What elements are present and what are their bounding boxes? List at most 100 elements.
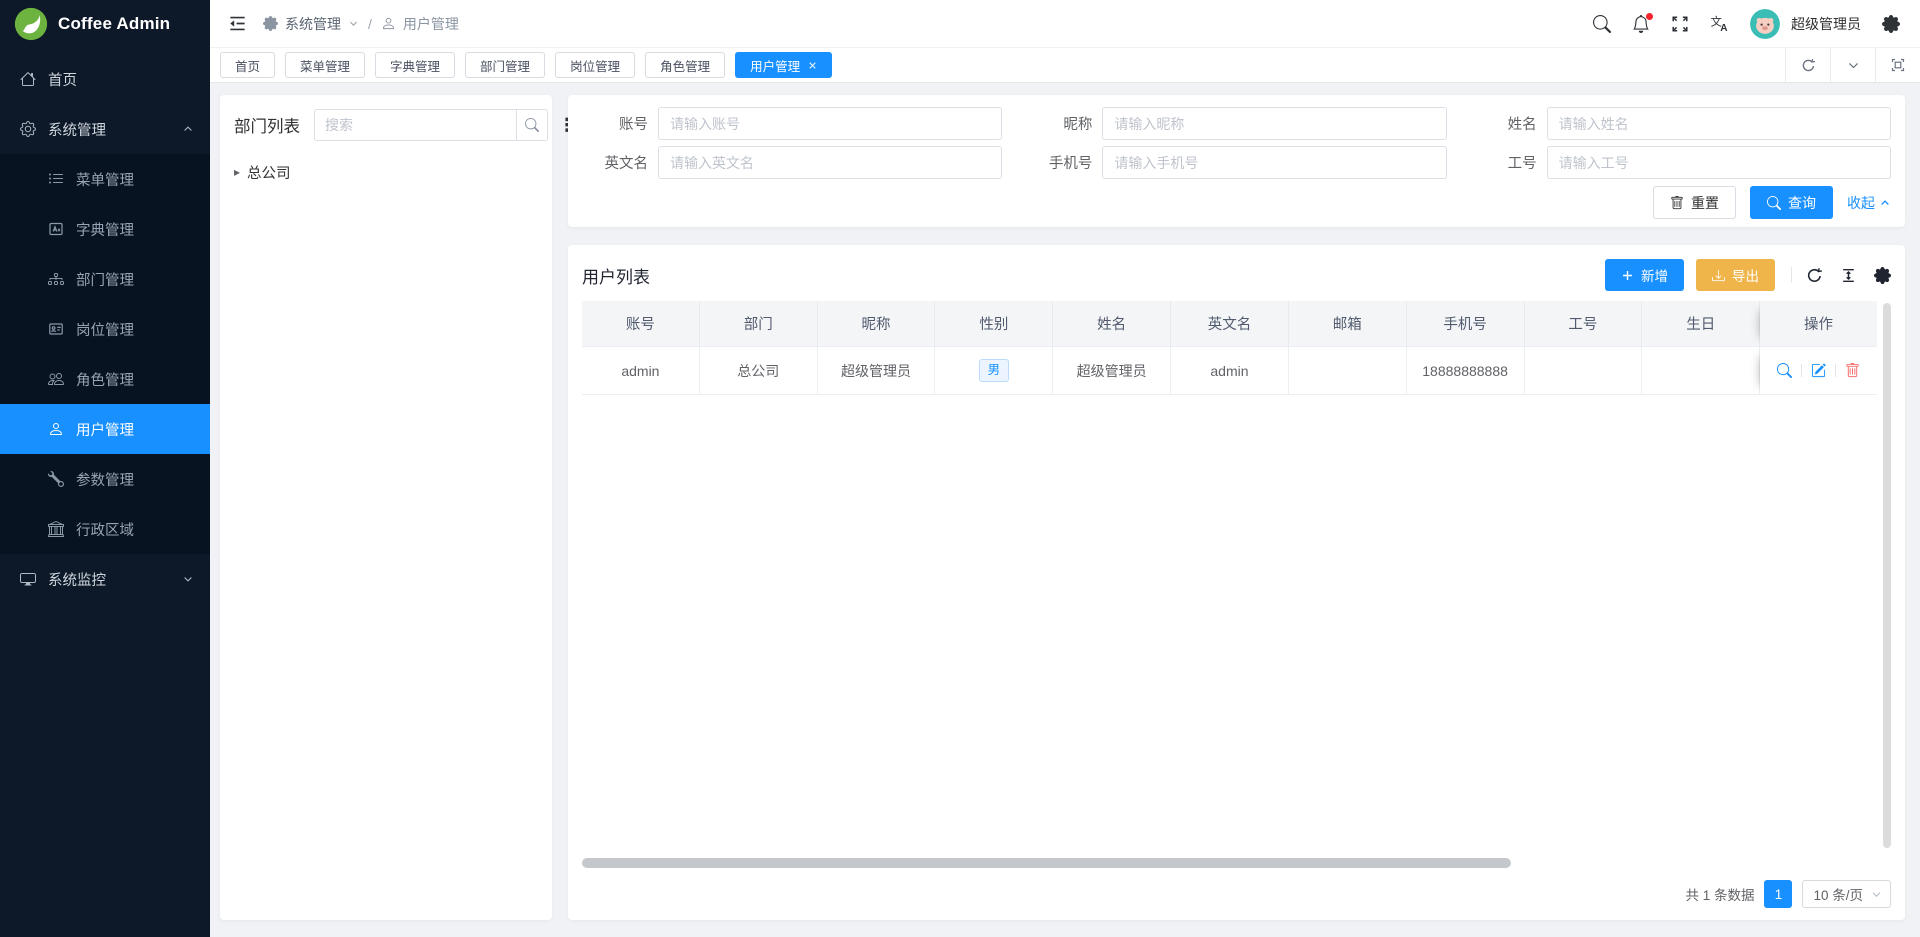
sidebar-item-home[interactable]: 首页 — [0, 54, 210, 104]
chevron-down-icon — [1847, 59, 1860, 72]
refresh-table-button[interactable] — [1806, 267, 1823, 284]
sidebar-item-dict-management[interactable]: 字典管理 — [0, 204, 210, 254]
collapse-label: 收起 — [1847, 193, 1875, 213]
department-tree: ▸ 总公司 — [234, 157, 538, 187]
department-search-button[interactable] — [516, 109, 548, 141]
maximize-content-button[interactable] — [1875, 48, 1920, 82]
svg-text:A: A — [1720, 23, 1728, 33]
pagination-total: 共 1 条数据 — [1685, 884, 1754, 904]
user-avatar[interactable] — [1750, 9, 1780, 39]
department-search-input[interactable] — [314, 109, 516, 141]
table-empty-area — [582, 395, 1877, 856]
page-size-select[interactable]: 10 条/页 — [1802, 880, 1891, 908]
translate-icon: 文A — [1710, 14, 1729, 33]
fullscreen-button[interactable] — [1671, 15, 1689, 33]
sidebar: Coffee Admin 首页 系统管理 菜单管理 字典管理 部门管理 — [0, 0, 210, 937]
field-label: 英文名 — [582, 152, 658, 173]
sidebar-item-system-monitor[interactable]: 系统监控 — [0, 554, 210, 604]
user-list-title: 用户列表 — [582, 263, 650, 288]
tree-expand-caret-icon[interactable]: ▸ — [234, 165, 240, 179]
add-user-button[interactable]: 新增 — [1605, 259, 1684, 291]
english-name-input[interactable] — [658, 146, 1002, 179]
sidebar-item-label: 首页 — [48, 69, 77, 90]
work-no-input[interactable] — [1547, 146, 1891, 179]
column-header-nickname: 昵称 — [818, 301, 936, 347]
name-input[interactable] — [1547, 107, 1891, 140]
tree-node-label: 总公司 — [247, 162, 291, 183]
delete-row-button[interactable] — [1845, 363, 1860, 378]
account-input[interactable] — [658, 107, 1002, 140]
tab-tools — [1785, 48, 1920, 82]
chevron-up-icon — [1879, 197, 1891, 209]
tree-node-root[interactable]: ▸ 总公司 — [234, 157, 538, 187]
query-button[interactable]: 查询 — [1750, 186, 1833, 219]
people-icon — [48, 371, 64, 387]
view-row-button[interactable] — [1777, 363, 1792, 378]
tab-menu-management[interactable]: 菜单管理 — [285, 52, 365, 78]
tab-role-management[interactable]: 角色管理 — [645, 52, 725, 78]
tab-list-dropdown-button[interactable] — [1830, 48, 1875, 82]
collapse-filters-link[interactable]: 收起 — [1847, 193, 1891, 213]
cell-email — [1289, 347, 1407, 395]
department-search — [314, 109, 548, 141]
bank-icon — [48, 521, 64, 537]
user-name[interactable]: 超级管理员 — [1791, 14, 1861, 34]
sidebar-item-admin-region[interactable]: 行政区域 — [0, 504, 210, 554]
chevron-down-icon[interactable] — [348, 18, 359, 29]
tab-home[interactable]: 首页 — [220, 52, 275, 78]
sidebar-item-user-management[interactable]: 用户管理 — [0, 404, 210, 454]
sidebar-collapse-button[interactable] — [228, 14, 247, 33]
sidebar-item-dept-management[interactable]: 部门管理 — [0, 254, 210, 304]
column-header-gender: 性别 — [935, 301, 1053, 347]
main-column: 账号 昵称 姓名 英文名 手机号 — [568, 95, 1905, 920]
plus-icon — [1621, 269, 1634, 282]
settings-button[interactable] — [1882, 15, 1900, 33]
edit-row-button[interactable] — [1811, 363, 1826, 378]
home-icon — [20, 71, 36, 87]
notification-badge — [1646, 13, 1653, 20]
sidebar-item-param-management[interactable]: 参数管理 — [0, 454, 210, 504]
pagination-page-1[interactable]: 1 — [1764, 880, 1792, 908]
gear-icon — [20, 121, 36, 137]
sidebar-item-system-management[interactable]: 系统管理 — [0, 104, 210, 154]
sidebar-item-menu-management[interactable]: 菜单管理 — [0, 154, 210, 204]
global-search-button[interactable] — [1593, 15, 1611, 33]
tab-dict-management[interactable]: 字典管理 — [375, 52, 455, 78]
topbar-actions: 文A 超级管理员 — [1593, 9, 1900, 39]
export-button[interactable]: 导出 — [1696, 259, 1775, 291]
user-list-card: 用户列表 新增 导出 — [568, 245, 1905, 920]
reset-button[interactable]: 重置 — [1653, 186, 1736, 219]
notifications-button[interactable] — [1632, 15, 1650, 33]
field-label: 姓名 — [1471, 113, 1547, 134]
column-header-actions: 操作 — [1760, 301, 1877, 347]
tab-close-icon[interactable] — [808, 61, 817, 70]
user-search-form: 账号 昵称 姓名 英文名 手机号 — [568, 95, 1905, 227]
column-header-english-name: 英文名 — [1171, 301, 1289, 347]
column-settings-button[interactable] — [1874, 267, 1891, 284]
tab-post-management[interactable]: 岗位管理 — [555, 52, 635, 78]
column-header-account: 账号 — [582, 301, 700, 347]
nickname-input[interactable] — [1102, 107, 1446, 140]
add-label: 新增 — [1641, 265, 1668, 285]
sidebar-item-role-management[interactable]: 角色管理 — [0, 354, 210, 404]
horizontal-scrollbar-thumb[interactable] — [582, 858, 1511, 868]
cell-dept: 总公司 — [700, 347, 818, 395]
line-height-icon — [1840, 267, 1857, 284]
breadcrumb-section[interactable]: 系统管理 — [285, 14, 341, 34]
row-density-button[interactable] — [1840, 267, 1857, 284]
table-vertical-scrollbar[interactable] — [1883, 303, 1891, 848]
refresh-icon — [1806, 267, 1823, 284]
form-item-nickname: 昵称 — [1026, 107, 1446, 140]
sidebar-item-post-management[interactable]: 岗位管理 — [0, 304, 210, 354]
user-table: 账号 部门 昵称 性别 姓名 英文名 邮箱 手机号 工号 生日 操作 admin… — [582, 301, 1891, 856]
monitor-icon — [20, 571, 36, 587]
tab-dept-management[interactable]: 部门管理 — [465, 52, 545, 78]
department-panel: 部门列表 ⋮ ▸ 总公司 — [220, 95, 552, 920]
phone-input[interactable] — [1102, 146, 1446, 179]
sidebar-submenu-system: 菜单管理 字典管理 部门管理 岗位管理 角色管理 用户管理 — [0, 154, 210, 554]
refresh-tab-button[interactable] — [1785, 48, 1830, 82]
language-switch-button[interactable]: 文A — [1710, 14, 1729, 33]
tab-user-management[interactable]: 用户管理 — [735, 52, 832, 78]
column-header-name: 姓名 — [1053, 301, 1171, 347]
id-badge-icon — [48, 321, 64, 337]
